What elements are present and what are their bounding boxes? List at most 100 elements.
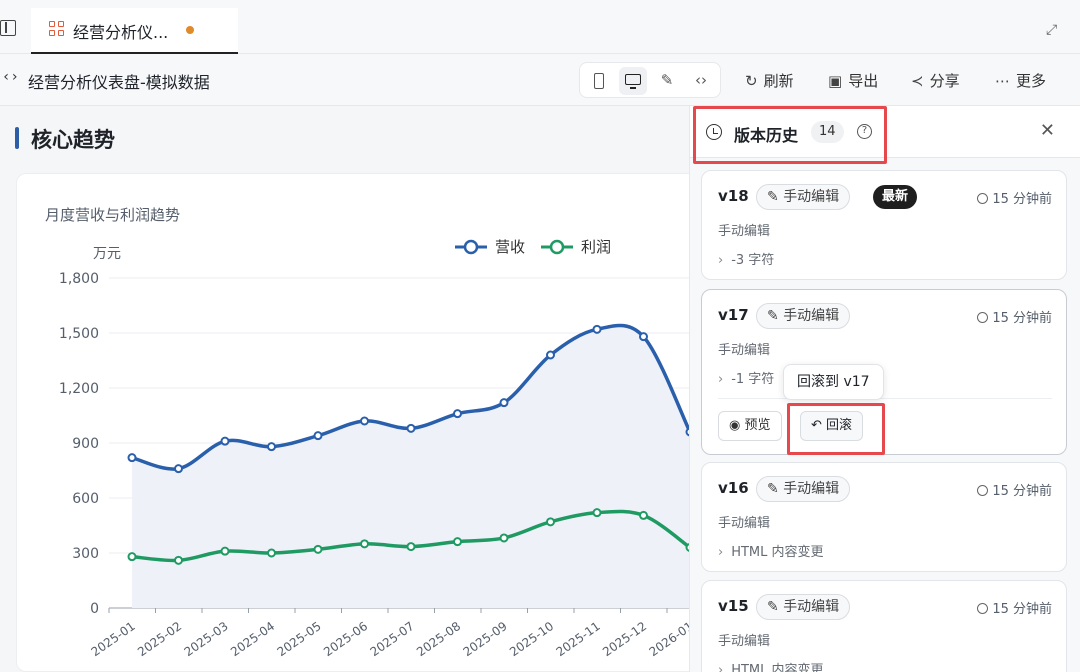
version-time: 15 分钟前 <box>977 307 1052 326</box>
x-tick-label: 2025-10 <box>507 619 556 659</box>
x-tick-label: 2025-03 <box>182 619 231 659</box>
preview-button[interactable]: ◉ 预览 <box>718 411 782 441</box>
tab-dashboard[interactable]: 经营分析仪... <box>31 8 238 54</box>
section-accent-bar <box>15 127 19 149</box>
share-button[interactable]: ≺ 分享 <box>911 70 960 91</box>
x-tick-label: 2025-08 <box>414 619 463 659</box>
data-point <box>220 546 230 556</box>
export-button[interactable]: ▣ 导出 <box>828 70 878 91</box>
refresh-icon: ↻ <box>745 72 758 90</box>
chevron-right-icon: › <box>718 253 724 268</box>
more-button[interactable]: ⋯ 更多 <box>995 70 1046 91</box>
data-point <box>174 464 183 474</box>
version-diff-toggle[interactable]: › -3 字符 <box>718 249 774 268</box>
data-point <box>360 416 369 426</box>
data-point <box>499 533 509 543</box>
rollback-tooltip: 回滚到 v17 <box>783 364 884 400</box>
clock-icon <box>977 312 989 323</box>
desktop-view-button[interactable] <box>619 67 647 95</box>
plot-area <box>127 323 690 608</box>
data-point <box>360 539 369 549</box>
y-tick-label: 1,500 <box>59 326 99 342</box>
pen-icon: ✎ <box>660 71 674 89</box>
x-tick-label: 2025-09 <box>461 619 510 659</box>
pencil-icon: ✎ <box>767 599 779 615</box>
legend-marker <box>549 239 565 255</box>
data-point <box>313 431 323 441</box>
sidebar-toggle-icon[interactable] <box>0 20 16 36</box>
version-time: 15 分钟前 <box>977 188 1052 207</box>
x-tick-label: 2025-05 <box>275 619 324 659</box>
version-card-v16[interactable]: v16 ✎ 手动编辑 15 分钟前 手动编辑 › HTML 内容变更 <box>701 462 1067 572</box>
version-diff-toggle[interactable]: › -1 字符 <box>718 368 774 387</box>
x-tick-label: 2025-11 <box>554 619 603 659</box>
chevron-right-icon: › <box>718 663 724 672</box>
data-point <box>127 453 137 463</box>
version-number: v17 <box>718 306 749 324</box>
x-tick-label: 2025-07 <box>368 619 417 659</box>
tab-bar: 经营分析仪... ⤢ <box>0 0 1080 54</box>
y-tick-label: 900 <box>72 436 99 452</box>
expand-icon[interactable]: ⤢ <box>1046 22 1062 38</box>
mobile-view-button[interactable] <box>585 67 613 95</box>
clock-icon <box>977 485 989 496</box>
y-tick-label: 300 <box>72 546 99 562</box>
chevron-right-icon: › <box>718 372 724 387</box>
x-tick-label: 2025-02 <box>135 619 184 659</box>
version-diff-toggle[interactable]: › HTML 内容变更 <box>718 659 824 672</box>
y-tick-label: 600 <box>72 491 99 507</box>
highlight-rollback-button <box>787 403 885 455</box>
unsaved-dot <box>186 26 194 34</box>
revenue-area <box>132 325 690 608</box>
data-point <box>453 537 462 547</box>
version-description: 手动编辑 <box>718 516 771 531</box>
edit-type-chip: ✎ 手动编辑 <box>756 476 851 502</box>
version-number: v18 <box>718 187 749 205</box>
data-point <box>546 517 555 527</box>
version-time: 15 分钟前 <box>977 480 1052 499</box>
refresh-button[interactable]: ↻ 刷新 <box>745 70 794 91</box>
data-point <box>174 555 183 565</box>
y-tick-label: 1,200 <box>59 381 99 397</box>
close-icon[interactable]: ✕ <box>1040 120 1055 141</box>
data-point <box>267 442 276 452</box>
y-axis-unit: 万元 <box>93 246 121 262</box>
x-tick-label: 2025-04 <box>228 619 277 659</box>
version-number: v16 <box>718 479 749 497</box>
image-export-icon: ▣ <box>828 72 843 90</box>
x-tick-label: 2025-12 <box>600 619 649 659</box>
code-icon[interactable]: ‹› <box>2 69 19 85</box>
data-point <box>546 350 555 360</box>
clock-icon <box>977 193 989 204</box>
edit-type-chip: ✎ 手动编辑 <box>756 303 851 329</box>
data-point <box>406 423 416 433</box>
y-tick-label: 0 <box>90 601 99 617</box>
data-point <box>453 409 462 419</box>
eye-icon: ◉ <box>729 418 741 433</box>
version-number: v15 <box>718 597 749 615</box>
version-card-v18[interactable]: v18 ✎ 手动编辑 最新 15 分钟前 手动编辑 › -3 字符 <box>701 170 1067 280</box>
latest-badge: 最新 <box>873 185 918 209</box>
chevron-right-icon: › <box>718 545 724 560</box>
version-history-panel: 版本历史 14 ? ✕ v18 ✎ 手动编辑 最新 15 分钟前 手动编辑 › -… <box>689 106 1080 672</box>
tab-label: 经营分析仪... <box>73 23 169 42</box>
legend-label: 营收 <box>495 238 525 256</box>
pencil-icon: ✎ <box>767 481 779 497</box>
data-point <box>592 508 602 518</box>
version-card-v15[interactable]: v15 ✎ 手动编辑 15 分钟前 手动编辑 › HTML 内容变更 <box>701 580 1067 672</box>
edit-view-button[interactable]: ✎ <box>653 67 681 95</box>
version-diff-toggle[interactable]: › HTML 内容变更 <box>718 541 824 560</box>
data-point <box>639 510 648 520</box>
data-point <box>313 544 323 554</box>
x-tick-label: 2025-06 <box>321 619 370 659</box>
line-chart: 03006009001,2001,5001,800万元2025-012025-0… <box>59 238 717 659</box>
code-view-button[interactable]: ‹› <box>687 67 715 95</box>
clock-icon <box>977 603 989 614</box>
section-title: 核心趋势 <box>31 128 115 152</box>
data-point <box>592 324 602 334</box>
data-point <box>267 548 276 558</box>
version-time: 15 分钟前 <box>977 598 1052 617</box>
monitor-icon <box>625 74 641 89</box>
toolbar: ‹› 经营分析仪表盘-模拟数据 ✎ ‹› ↻ 刷新 ▣ 导出 ≺ 分享 ⋯ 更多 <box>0 54 1080 106</box>
view-switch: ✎ ‹› <box>579 62 721 98</box>
